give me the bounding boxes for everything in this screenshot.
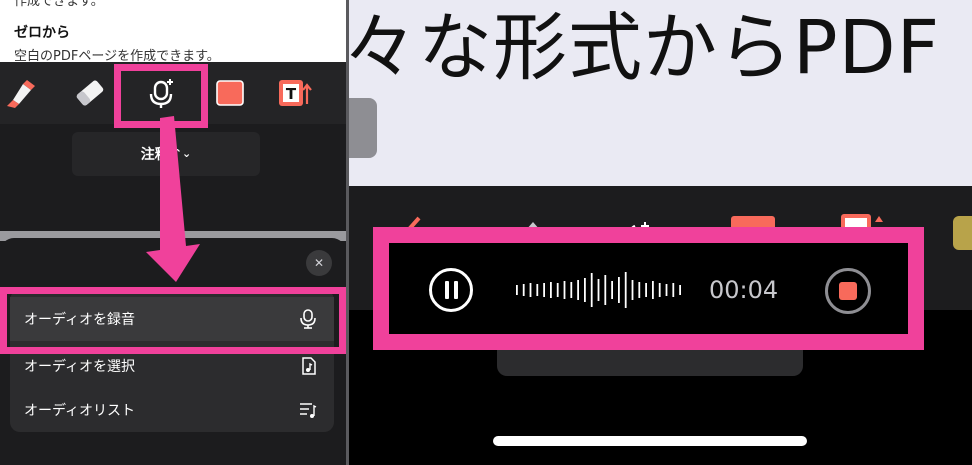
record-audio-item[interactable]: オーディオを録音 — [10, 297, 334, 341]
select-audio-label: オーディオを選択 — [24, 359, 136, 375]
waveform-bar — [604, 275, 607, 305]
eraser-tool[interactable] — [72, 76, 108, 110]
waveform-bar — [624, 272, 627, 308]
waveform-bar — [550, 282, 552, 298]
waveform-bar — [645, 283, 647, 297]
pause-icon-bar — [453, 281, 458, 299]
waveform-bar — [584, 278, 586, 302]
document-cut-text: 作成できます。 — [14, 0, 104, 9]
waveform-bar — [516, 285, 518, 295]
waveform-bar — [543, 283, 545, 297]
waveform-bar — [522, 284, 525, 296]
highlighter-icon — [7, 80, 35, 108]
document-heading: ゼロから — [14, 25, 70, 41]
right-panel: 々な形式からPDF 00:04 — [349, 0, 972, 465]
extra-tool-peek[interactable] — [953, 216, 972, 250]
stop-button[interactable] — [825, 268, 871, 314]
record-audio-label: オーディオを録音 — [24, 312, 136, 328]
waveform-bar — [679, 285, 681, 295]
select-audio-item[interactable]: オーディオを選択 — [10, 344, 334, 388]
waveform-bar — [618, 277, 620, 303]
text-box-tool[interactable]: T — [276, 76, 312, 110]
annotation-mode-selector[interactable]: 注釈 ⌃⌄ — [72, 132, 260, 176]
document-page: 々な形式からPDF — [349, 0, 972, 186]
audio-list-label: オーディオリスト — [24, 403, 136, 419]
waveform-bar — [577, 280, 579, 300]
music-list-icon — [300, 403, 317, 418]
text-box-icon: T — [279, 80, 312, 106]
stop-icon — [839, 282, 857, 300]
shape-tool[interactable] — [212, 76, 248, 110]
waveform-bar — [570, 282, 573, 298]
waveform-bar — [665, 284, 668, 296]
document-preview: 作成できます。 ゼロから 空白のPDFページを作成できます。 — [0, 0, 346, 64]
waveform-bar — [590, 273, 593, 307]
svg-text:T: T — [286, 85, 297, 103]
audio-file-icon — [302, 357, 316, 375]
recording-time: 00:04 — [709, 276, 779, 304]
microphone-icon — [300, 309, 316, 329]
mode-label: 注釈 — [140, 147, 169, 163]
waveform-bar — [536, 284, 539, 296]
waveform-bar — [529, 283, 532, 297]
waveform-bar — [631, 280, 634, 300]
pause-button[interactable] — [429, 268, 473, 312]
audio-list-item[interactable]: オーディオリスト — [10, 388, 334, 432]
microphone-highlight-frame — [114, 64, 208, 128]
waveform-bar — [638, 282, 641, 298]
waveform-bar — [556, 283, 559, 297]
highlighter-tool[interactable] — [2, 76, 38, 110]
home-indicator — [493, 436, 807, 446]
chevron-updown-icon: ⌃⌄ — [172, 147, 192, 160]
waveform-bar — [563, 281, 566, 299]
close-button[interactable]: ✕ — [306, 250, 332, 276]
annotation-toolbar: T — [0, 62, 346, 128]
waveform-display — [516, 272, 681, 308]
eraser-icon — [76, 80, 104, 106]
left-panel: 作成できます。 ゼロから 空白のPDFページを作成できます。 T 注釈 ⌃⌄ ✕… — [0, 0, 346, 465]
close-icon: ✕ — [313, 256, 325, 270]
waveform-bar — [672, 283, 675, 297]
waveform-bar — [652, 281, 654, 299]
pause-icon — [444, 281, 449, 299]
page-side-tab[interactable] — [349, 98, 377, 158]
waveform-bar — [597, 279, 600, 301]
waveform-bar — [611, 281, 613, 299]
waveform-bar — [658, 283, 661, 297]
document-big-heading: 々な形式からPDF — [349, 5, 941, 91]
shape-icon — [216, 80, 244, 106]
